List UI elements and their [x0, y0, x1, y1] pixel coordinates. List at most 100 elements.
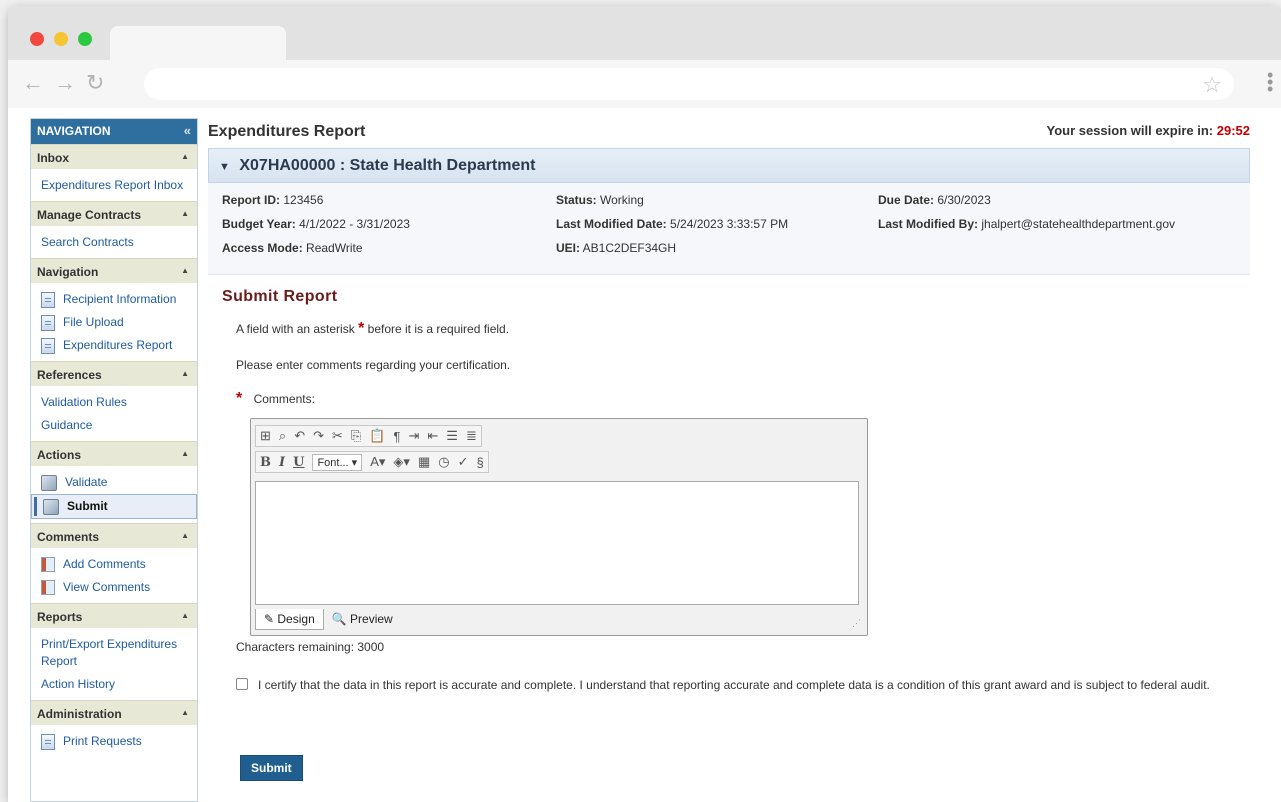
- required-note-pre: A field with an asterisk: [236, 322, 355, 336]
- status: Status: Working: [556, 193, 644, 207]
- section-header-inbox[interactable]: Inbox ▲: [31, 144, 197, 169]
- section-header-manage-contracts[interactable]: Manage Contracts ▲: [31, 201, 197, 226]
- required-asterisk: *: [236, 390, 243, 407]
- section-header-reports[interactable]: Reports ▲: [31, 603, 197, 628]
- section-body-actions: Validate Submit: [31, 466, 197, 523]
- sidebar-item-expenditures-report-inbox[interactable]: Expenditures Report Inbox: [31, 174, 197, 197]
- section-body-inbox: Expenditures Report Inbox: [31, 169, 197, 201]
- section-body-manage-contracts: Search Contracts: [31, 226, 197, 258]
- section-body-administration: Print Requests: [31, 725, 197, 757]
- section-header-references[interactable]: References ▲: [31, 361, 197, 386]
- info-label: Budget Year:: [222, 217, 296, 231]
- validate-icon: [41, 474, 57, 491]
- sidebar-item-print-export-expenditures-report[interactable]: Print/Export Expenditures Report: [31, 633, 197, 673]
- select-all-icon[interactable]: ⊞: [260, 428, 271, 444]
- info-label: Report ID:: [222, 193, 280, 207]
- text-color-icon[interactable]: A▾: [370, 454, 385, 470]
- sidebar-item-label: Validate: [65, 475, 108, 489]
- sidebar-item-recipient-information[interactable]: Recipient Information: [31, 288, 197, 311]
- uei: UEI: AB1C2DEF34GH: [556, 241, 676, 255]
- reload-icon[interactable]: ↻: [86, 72, 104, 94]
- info-value: 6/30/2023: [937, 193, 991, 207]
- report-id: Report ID: 123456: [222, 193, 323, 207]
- required-note: A field with an asterisk * before it is …: [236, 320, 509, 338]
- browser-tab[interactable]: [110, 26, 286, 62]
- main-content: Expenditures Report Your session will ex…: [208, 118, 1258, 802]
- undo-icon[interactable]: ↶: [294, 428, 305, 444]
- last-modified-by: Last Modified By: jhalpert@statehealthde…: [878, 217, 1175, 231]
- sidebar-item-validation-rules[interactable]: Validation Rules: [31, 391, 197, 414]
- section-header-comments[interactable]: Comments ▲: [31, 523, 197, 548]
- comment-icon: [41, 557, 55, 572]
- session-time: 29:52: [1216, 123, 1250, 138]
- highlight-icon[interactable]: ◈▾: [393, 454, 410, 470]
- sidebar-item-view-comments[interactable]: View Comments: [31, 576, 197, 599]
- sidebar-item-validate[interactable]: Validate: [31, 471, 197, 494]
- section-header-navigation[interactable]: Navigation ▲: [31, 258, 197, 283]
- sidebar-item-search-contracts[interactable]: Search Contracts: [31, 231, 197, 254]
- sidebar-item-expenditures-report[interactable]: Expenditures Report: [31, 334, 197, 357]
- tab-label: Design: [277, 611, 315, 626]
- sidebar-item-guidance[interactable]: Guidance: [31, 414, 197, 437]
- close-window-button[interactable]: [30, 32, 44, 46]
- clock-icon[interactable]: ◷: [438, 454, 449, 470]
- bookmark-star-icon[interactable]: ☆: [1202, 72, 1222, 98]
- section-title: Reports: [37, 610, 83, 624]
- sidebar-item-print-requests[interactable]: Print Requests: [31, 730, 197, 753]
- redo-icon[interactable]: ↷: [313, 428, 324, 444]
- paste-icon[interactable]: 📋: [369, 428, 385, 444]
- cut-icon[interactable]: ✂: [332, 428, 343, 444]
- tab-preview[interactable]: 🔍 Preview: [324, 609, 401, 629]
- tab-design[interactable]: ✎ Design: [255, 608, 324, 630]
- sidebar-item-submit[interactable]: Submit: [31, 494, 197, 519]
- info-value: AB1C2DEF34GH: [582, 241, 677, 255]
- sidebar-item-file-upload[interactable]: File Upload: [31, 311, 197, 334]
- font-select[interactable]: Font... ▾: [312, 453, 363, 471]
- caret-up-icon: ▲: [181, 449, 189, 458]
- expand-triangle-icon[interactable]: ▼: [219, 161, 230, 173]
- underline-icon[interactable]: U: [293, 455, 304, 470]
- collapse-sidebar-icon[interactable]: «: [184, 123, 191, 138]
- paragraph-icon[interactable]: ¶: [394, 429, 401, 444]
- browser-titlebar: [8, 6, 1281, 62]
- spellcheck-icon[interactable]: ✓: [458, 454, 469, 470]
- italic-icon[interactable]: I: [279, 455, 285, 470]
- sidebar-item-add-comments[interactable]: Add Comments: [31, 553, 197, 576]
- editor-toolbar-row-2: B I U Font... ▾ A▾ ◈▾ ▦ ◷ ✓ §: [255, 451, 489, 473]
- sidebar-item-action-history[interactable]: Action History: [31, 673, 197, 696]
- required-note-post: before it is a required field.: [367, 322, 510, 336]
- info-label: Last Modified Date:: [556, 217, 667, 231]
- browser-toolbar: ← → ↻ ☆ • • •: [8, 60, 1281, 108]
- insert-table-icon[interactable]: ▦: [418, 454, 430, 470]
- comment-icon: [41, 580, 55, 595]
- find-icon[interactable]: ⌕: [279, 428, 286, 444]
- forward-arrow-icon[interactable]: →: [54, 72, 76, 94]
- section-header-actions[interactable]: Actions ▲: [31, 441, 197, 466]
- minimize-window-button[interactable]: [54, 32, 68, 46]
- submit-button[interactable]: Submit: [240, 755, 303, 781]
- comments-textarea[interactable]: [255, 481, 859, 605]
- maximize-window-button[interactable]: [78, 32, 92, 46]
- bold-icon[interactable]: B: [260, 455, 271, 470]
- indent-icon[interactable]: ⇥: [408, 428, 419, 444]
- info-value: 4/1/2022 - 3/31/2023: [299, 217, 410, 231]
- special-char-icon[interactable]: §: [476, 455, 483, 470]
- bullet-list-icon[interactable]: ☰: [446, 428, 458, 444]
- browser-menu-icon[interactable]: • • •: [1267, 66, 1273, 98]
- address-bar[interactable]: ☆: [144, 68, 1234, 100]
- outdent-icon[interactable]: ⇤: [427, 428, 438, 444]
- section-header-administration[interactable]: Administration ▲: [31, 700, 197, 725]
- session-timer: Your session will expire in: 29:52: [1046, 123, 1250, 138]
- contract-title: X07HA00000 : State Health Department: [239, 157, 536, 174]
- section-title: Manage Contracts: [37, 208, 142, 222]
- tab-label: Preview: [350, 612, 393, 626]
- resize-handle-icon[interactable]: ⋰: [852, 618, 861, 629]
- certify-checkbox[interactable]: [236, 678, 248, 690]
- contract-header[interactable]: ▼ X07HA00000 : State Health Department: [208, 148, 1250, 183]
- numbered-list-icon[interactable]: ≣: [466, 428, 477, 444]
- copy-icon[interactable]: ⎘: [351, 428, 361, 444]
- sidebar-item-label: Recipient Information: [63, 292, 177, 306]
- back-arrow-icon[interactable]: ←: [22, 72, 44, 94]
- document-icon: [41, 733, 55, 750]
- caret-up-icon: ▲: [181, 266, 189, 275]
